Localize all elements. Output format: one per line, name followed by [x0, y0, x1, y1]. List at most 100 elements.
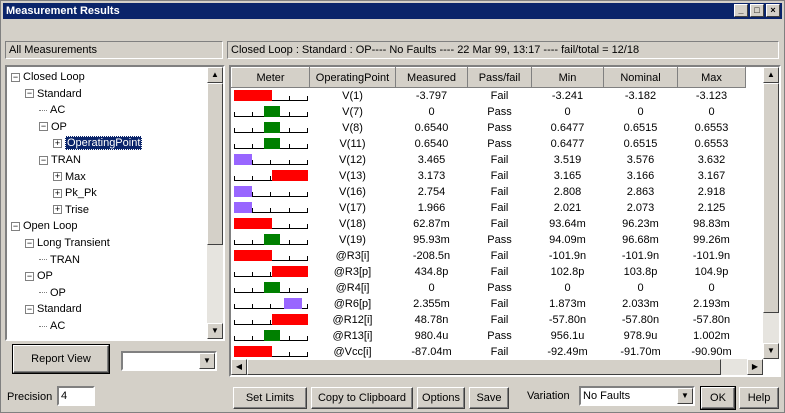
scroll-up-icon[interactable]: ▲ — [763, 67, 779, 83]
tree-item[interactable]: OP — [39, 285, 66, 301]
grid-vertical-scrollbar[interactable]: ▲ ▼ — [763, 67, 779, 359]
tree-item[interactable]: + Max — [53, 169, 86, 185]
measurement-tree[interactable]: − Closed Loop − Standard AC − OP + OperatingPoin… — [5, 65, 225, 341]
report-view-select[interactable]: ▼ — [121, 351, 217, 371]
nom-cell: 2.033m — [622, 297, 659, 310]
scroll-up-icon[interactable]: ▲ — [207, 67, 223, 83]
column-header[interactable]: Nominal — [603, 67, 678, 88]
close-button[interactable]: × — [766, 4, 780, 17]
copy-to-clipboard-button[interactable]: Copy to Clipboard — [311, 387, 413, 409]
tree-item[interactable]: − Closed Loop — [11, 69, 85, 85]
table-row[interactable]: @R4[i] 0 Pass 0 0 0 — [232, 280, 746, 296]
column-header[interactable]: Meter — [231, 67, 310, 88]
column-header[interactable]: Pass/fail — [467, 67, 532, 88]
collapse-icon[interactable]: − — [39, 155, 48, 165]
nom-cell: 0.6515 — [623, 121, 658, 134]
save-button[interactable]: Save — [469, 387, 509, 409]
expand-icon[interactable]: + — [53, 205, 62, 215]
table-row[interactable]: V(17) 1.966 Fail 2.021 2.073 2.125 — [232, 200, 746, 216]
column-header[interactable]: Measured — [395, 67, 468, 88]
tree-vertical-scrollbar[interactable]: ▲ ▼ — [207, 67, 223, 339]
scroll-right-icon[interactable]: ▶ — [747, 359, 763, 375]
collapse-icon[interactable]: − — [39, 122, 48, 132]
expand-icon[interactable]: + — [53, 188, 62, 198]
table-row[interactable]: V(8) 0.6540 Pass 0.6477 0.6515 0.6553 — [232, 120, 746, 136]
tree-item[interactable]: AC — [39, 318, 65, 334]
tree-item[interactable]: − TRAN — [39, 152, 81, 168]
horizontal-scroll-thumb[interactable] — [247, 359, 721, 375]
meter-tick — [306, 207, 308, 213]
table-row[interactable]: V(11) 0.6540 Pass 0.6477 0.6515 0.6553 — [232, 136, 746, 152]
table-row[interactable]: V(18) 62.87m Fail 93.64m 96.23m 98.83m — [232, 216, 746, 232]
table-row[interactable]: V(13) 3.173 Fail 3.165 3.166 3.167 — [232, 168, 746, 184]
meter-fill — [271, 265, 308, 277]
table-row[interactable]: V(19) 95.93m Pass 94.09m 96.68m 99.26m — [232, 232, 746, 248]
chevron-down-icon[interactable]: ▼ — [677, 388, 693, 404]
table-row[interactable]: @R12[i] 48.78n Fail -57.80n -57.80n -57.80n — [232, 312, 746, 328]
collapse-icon[interactable]: − — [25, 271, 34, 281]
meter-fill — [233, 153, 252, 165]
column-header[interactable]: Max — [677, 67, 746, 88]
nom-cell: 96.23m — [622, 217, 659, 230]
scroll-down-icon[interactable]: ▼ — [763, 343, 779, 359]
scroll-down-icon[interactable]: ▼ — [207, 323, 223, 339]
table-row[interactable]: V(7) 0 Pass 0 0 0 — [232, 104, 746, 120]
title-bar[interactable]: Measurement Results _ □ × — [3, 3, 782, 19]
tree-item[interactable]: + OperatingPoint — [53, 135, 143, 151]
table-row[interactable]: @R13[i] 980.4u Pass 956.1u 978.9u 1.002m — [232, 328, 746, 344]
table-row[interactable]: V(1) -3.797 Fail -3.241 -3.182 -3.123 — [232, 88, 746, 104]
tree-item[interactable]: − Long Transient — [25, 235, 110, 251]
tree-item[interactable]: TRAN — [39, 252, 80, 268]
nom-cell: 2.863 — [626, 185, 655, 198]
tree-item[interactable]: − Open Loop — [11, 218, 77, 234]
table-row[interactable]: @R3[p] 434.8p Fail 102.8p 103.8p 104.9p — [232, 264, 746, 280]
expand-icon[interactable]: + — [53, 138, 62, 148]
help-button[interactable]: Help — [739, 387, 779, 409]
collapse-icon[interactable]: − — [25, 89, 34, 99]
maximize-button[interactable]: □ — [750, 4, 764, 17]
table-row[interactable]: @R6[p] 2.355m Fail 1.873m 2.033m 2.193m — [232, 296, 746, 312]
tree-item[interactable]: − Standard — [25, 301, 82, 317]
options-button[interactable]: Options — [417, 387, 465, 409]
tree-item[interactable]: − OP — [25, 268, 53, 284]
report-view-button[interactable]: Report View — [12, 344, 110, 374]
tree-item[interactable]: + Trise — [53, 202, 89, 218]
collapse-icon[interactable]: − — [25, 238, 34, 248]
tree-item-label: Trise — [65, 203, 90, 216]
table-row[interactable]: V(12) 3.465 Fail 3.519 3.576 3.632 — [232, 152, 746, 168]
chevron-down-icon[interactable]: ▼ — [199, 353, 215, 369]
op-cell: @R12[i] — [332, 313, 373, 326]
nom-cell: 3.166 — [626, 169, 655, 182]
collapse-icon[interactable]: − — [11, 72, 20, 82]
tree-item-label: Long Transient — [37, 237, 110, 249]
minimize-button[interactable]: _ — [734, 4, 748, 17]
column-header[interactable]: Min — [531, 67, 604, 88]
tree-item[interactable]: − Standard — [25, 86, 82, 102]
collapse-icon[interactable]: − — [11, 221, 20, 231]
grid-horizontal-scrollbar[interactable]: ◀ ▶ — [231, 359, 763, 375]
table-row[interactable]: V(16) 2.754 Fail 2.808 2.863 2.918 — [232, 184, 746, 200]
scroll-thumb[interactable] — [763, 83, 779, 313]
meter-fill — [233, 217, 272, 229]
precision-input[interactable]: 4 — [57, 386, 95, 406]
scroll-left-icon[interactable]: ◀ — [231, 359, 247, 375]
results-grid-panel[interactable]: Meter OperatingPoint Measured Pass/fail Min N… — [229, 65, 781, 377]
tree-item[interactable]: AC — [39, 102, 65, 118]
set-limits-button[interactable]: Set Limits — [233, 387, 307, 409]
op-cell: V(19) — [339, 233, 366, 246]
ok-button[interactable]: OK — [700, 386, 736, 410]
tree-item[interactable]: + Pk_Pk — [53, 185, 97, 201]
meter-tick — [269, 319, 271, 325]
meter-cell — [232, 200, 310, 216]
collapse-icon[interactable]: − — [25, 304, 34, 314]
meter-tick — [251, 175, 253, 181]
meter-tick — [233, 127, 235, 133]
nom-cell: 978.9u — [623, 329, 658, 342]
table-row[interactable]: @Vcc[i] -87.04m Fail -92.49m -91.70m -90.90m — [232, 344, 746, 360]
column-header[interactable]: OperatingPoint — [309, 67, 396, 88]
variation-select[interactable]: No Faults ▼ — [579, 386, 695, 406]
tree-item[interactable]: − OP — [39, 119, 67, 135]
table-row[interactable]: @R3[i] -208.5n Fail -101.9n -101.9n -101.9n — [232, 248, 746, 264]
expand-icon[interactable]: + — [53, 172, 62, 182]
scroll-thumb[interactable] — [207, 83, 223, 245]
